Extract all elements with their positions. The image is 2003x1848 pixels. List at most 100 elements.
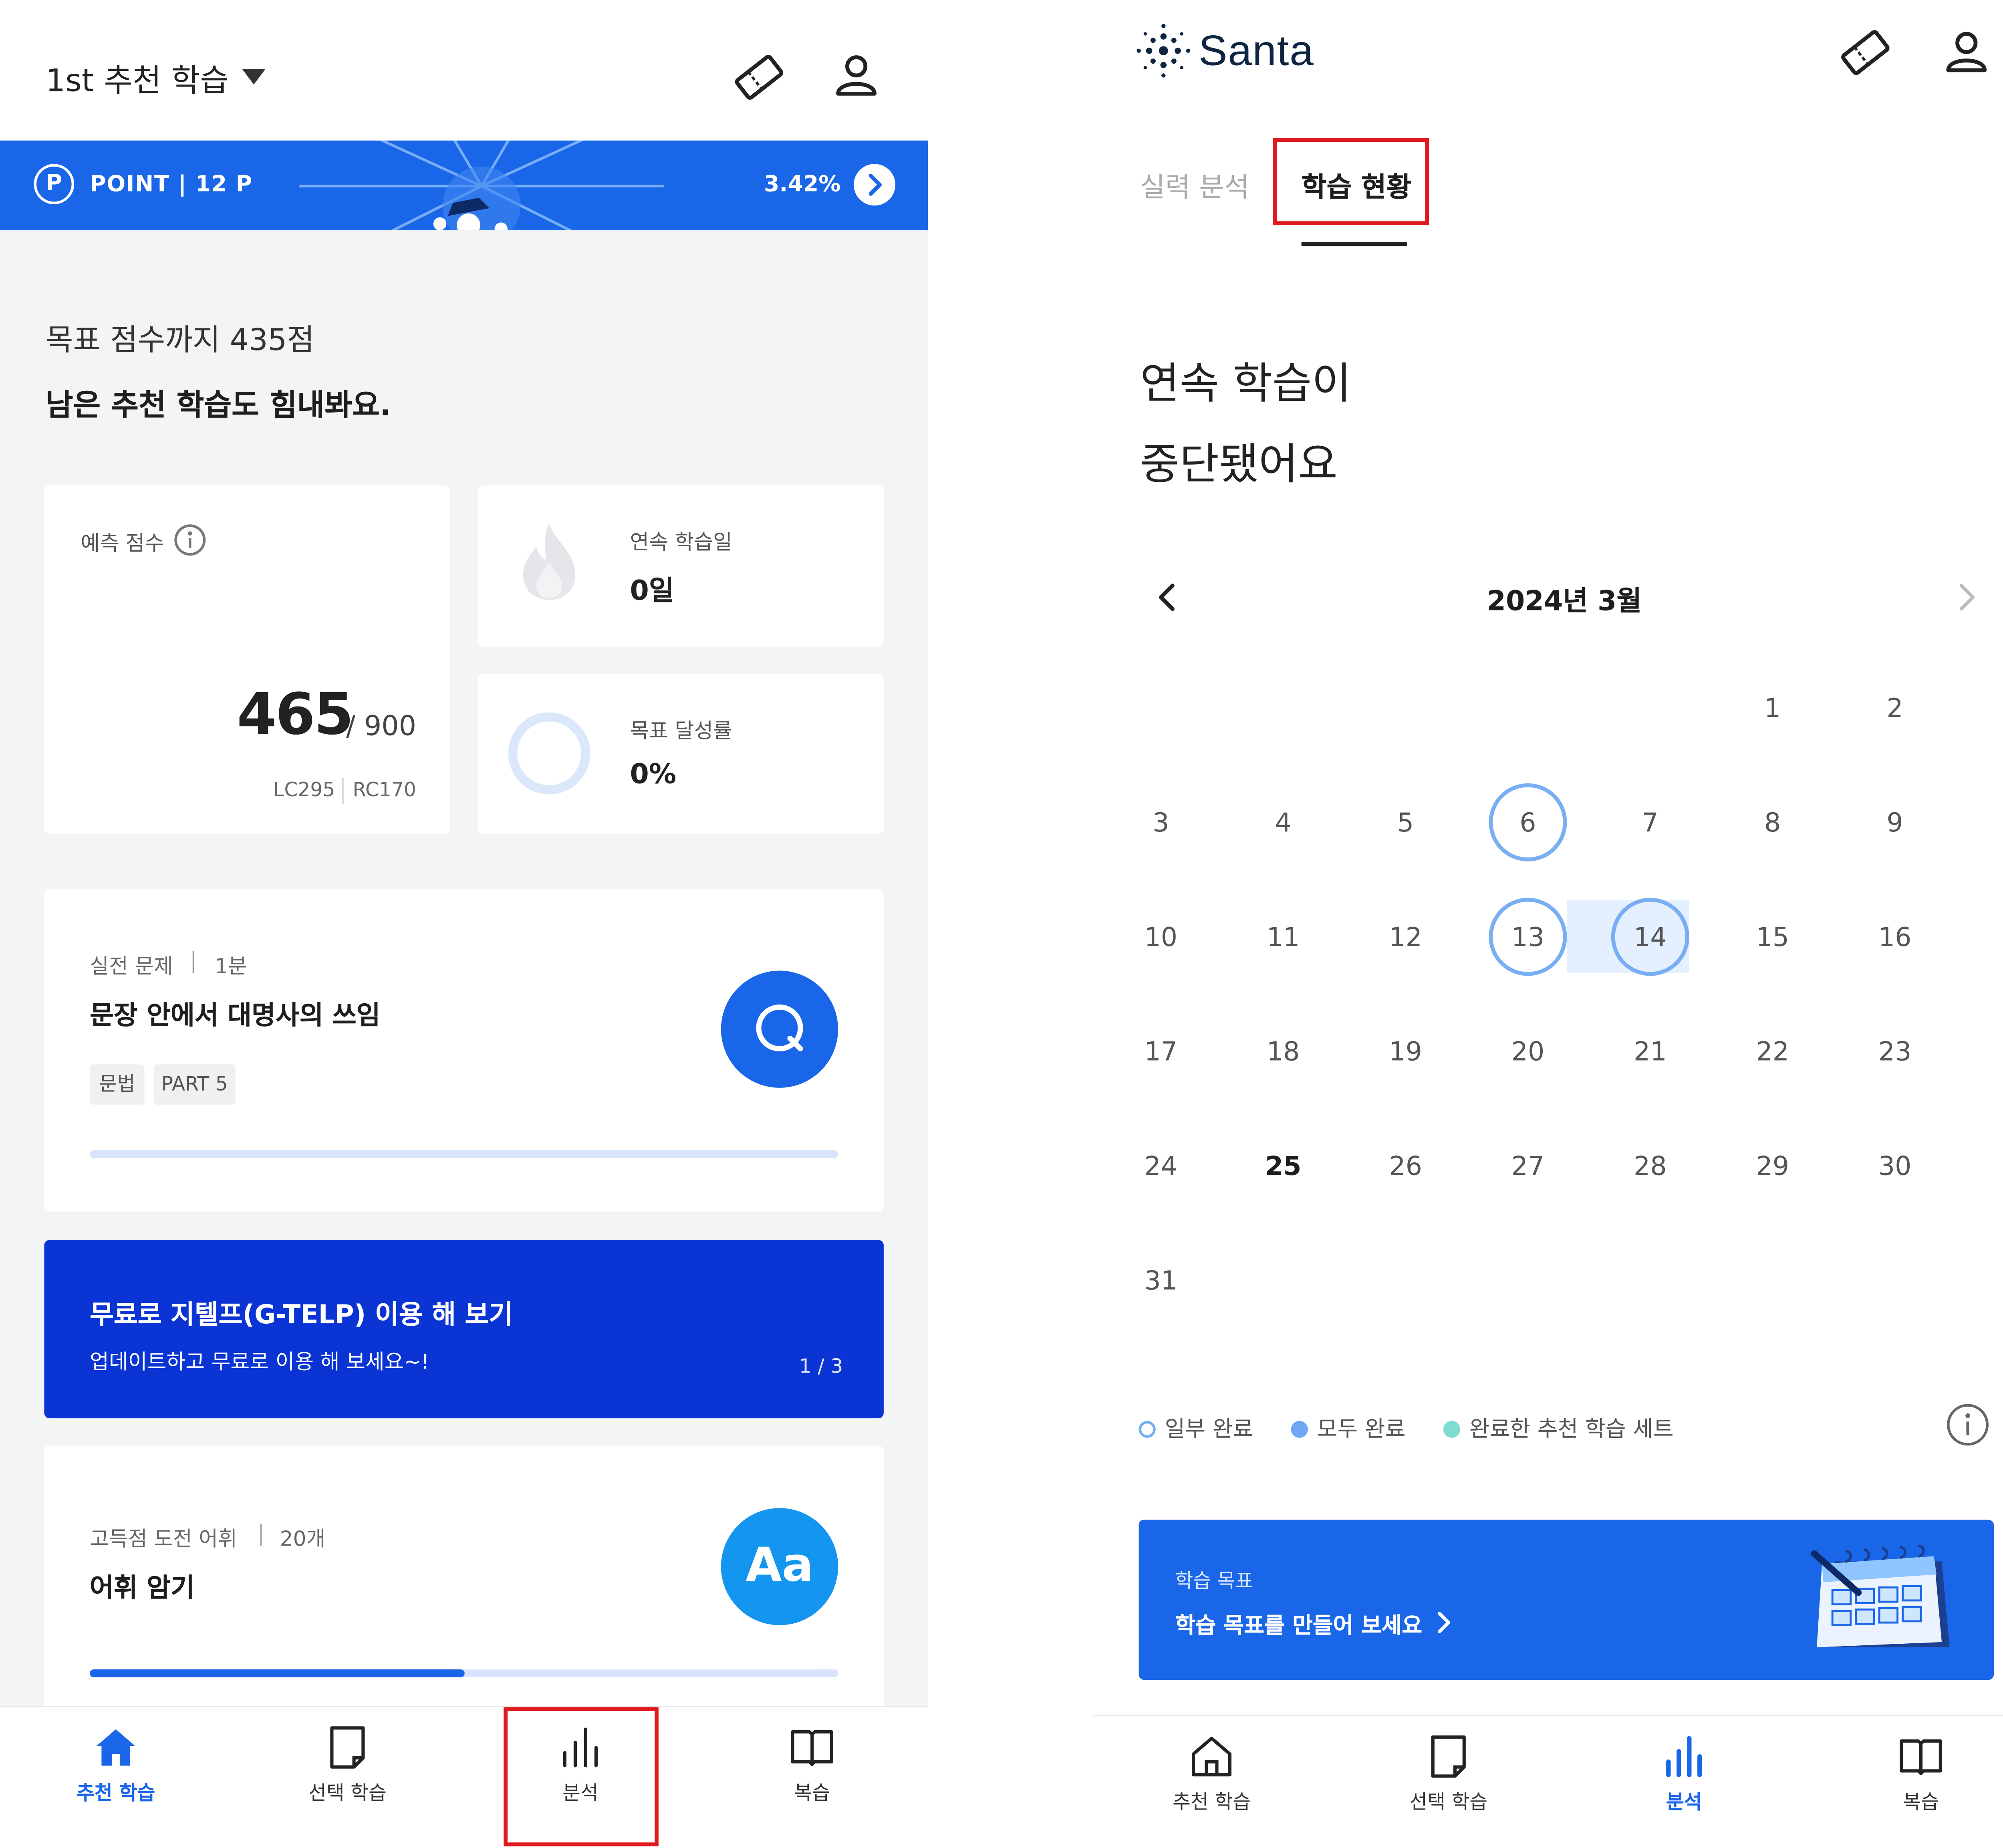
nav-recommend-label: 추천 학습 xyxy=(1173,1790,1251,1814)
vocab-title: 어휘 암기 xyxy=(90,1572,195,1603)
goal-card-cta[interactable]: 학습 목표를 만들어 보세요 xyxy=(1175,1607,1423,1639)
vocab-progress-fill xyxy=(90,1669,464,1677)
achievement-label: 목표 달성률 xyxy=(630,718,733,743)
legend-dot-partial xyxy=(1139,1421,1156,1438)
calendar-day-10[interactable]: 10 xyxy=(1122,898,1200,976)
mascot-illustration xyxy=(299,140,664,231)
lc-score: LC295 xyxy=(273,778,335,802)
calendar-day-2[interactable]: 2 xyxy=(1856,669,1934,747)
point-coin-icon: P xyxy=(34,164,75,205)
predicted-score-label: 예측 점수 xyxy=(81,531,164,556)
calendar-illustration-icon xyxy=(1811,1544,1950,1647)
calendar-day-8[interactable]: 8 xyxy=(1733,783,1812,862)
calendar-day-19[interactable]: 19 xyxy=(1366,1012,1445,1090)
legend-partial: 일부 완료 xyxy=(1139,1411,1253,1443)
headline-line1: 연속 학습이 xyxy=(1140,358,1352,409)
calendar-day-17[interactable]: 17 xyxy=(1122,1012,1200,1090)
document-icon xyxy=(1431,1735,1466,1778)
profile-icon[interactable] xyxy=(1943,28,1990,75)
ticket-icon[interactable] xyxy=(731,52,786,101)
calendar-day-20[interactable]: 20 xyxy=(1489,1012,1567,1090)
active-tab-indicator xyxy=(1301,242,1407,246)
calendar-day-28[interactable]: 28 xyxy=(1611,1127,1689,1205)
study-progress-bar xyxy=(90,1150,838,1158)
study-title: 문장 안에서 대명사의 쓰임 xyxy=(90,999,381,1031)
nav-select-label: 선택 학습 xyxy=(1409,1790,1488,1814)
study-duration: 1분 xyxy=(215,954,247,979)
divider xyxy=(342,778,344,804)
vocab-category: 고득점 도전 어휘 xyxy=(90,1526,237,1551)
point-arrow-button[interactable] xyxy=(854,164,896,206)
vocab-progress-bar xyxy=(90,1669,838,1677)
calendar-day-25[interactable]: 25 xyxy=(1244,1127,1322,1205)
calendar-day-12[interactable]: 12 xyxy=(1366,898,1445,976)
ticket-icon[interactable] xyxy=(1838,27,1892,76)
calendar-day-22[interactable]: 22 xyxy=(1733,1012,1812,1090)
calendar-day-16[interactable]: 16 xyxy=(1856,898,1934,976)
progress-ring-icon xyxy=(508,712,590,795)
calendar-day-30[interactable]: 30 xyxy=(1856,1127,1934,1205)
quiz-start-button[interactable] xyxy=(721,970,838,1088)
goal-card-label: 학습 목표 xyxy=(1175,1569,1253,1593)
calendar-day-3[interactable]: 3 xyxy=(1122,783,1200,862)
chevron-right-icon xyxy=(1438,1612,1450,1633)
nav-recommend[interactable]: 추천 학습 xyxy=(51,1724,181,1806)
calendar-day-24[interactable]: 24 xyxy=(1122,1127,1200,1205)
calendar-day-9[interactable]: 9 xyxy=(1856,783,1934,862)
nav-select[interactable]: 선택 학습 xyxy=(282,1724,413,1806)
course-title[interactable]: 1st 추천 학습 xyxy=(46,54,229,100)
home-icon xyxy=(1191,1737,1232,1777)
tab-skill-analysis[interactable]: 실력 분석 xyxy=(1140,167,1249,205)
calendar-day-23[interactable]: 23 xyxy=(1856,1012,1934,1090)
brand-logo-text: Santa xyxy=(1199,26,1314,74)
nav-analysis-label: 분석 xyxy=(1666,1790,1702,1814)
tag-part5: PART 5 xyxy=(153,1064,236,1105)
calendar-day-29[interactable]: 29 xyxy=(1733,1127,1812,1205)
dropdown-caret-icon[interactable] xyxy=(242,69,266,85)
santa-logo-icon xyxy=(1137,24,1191,78)
nav-recommend-label: 추천 학습 xyxy=(76,1781,155,1805)
calendar-day-1[interactable]: 1 xyxy=(1733,669,1812,747)
calendar-day-7[interactable]: 7 xyxy=(1611,783,1689,862)
vocab-aa-icon[interactable]: Aa xyxy=(721,1508,838,1625)
nav-select[interactable]: 선택 학습 xyxy=(1383,1733,1513,1815)
legend-complete-label: 모두 완료 xyxy=(1317,1417,1406,1443)
profile-icon[interactable] xyxy=(833,52,880,99)
legend-set-label: 완료한 추천 학습 세트 xyxy=(1469,1417,1674,1443)
info-icon[interactable] xyxy=(1946,1403,1990,1447)
document-icon xyxy=(330,1726,365,1769)
promo-subtitle: 업데이트하고 무료로 이용 해 보세요~! xyxy=(90,1349,429,1374)
highlight-analysis-nav xyxy=(504,1707,659,1846)
calendar-month: 2024년 3월 xyxy=(1487,585,1642,617)
calendar-day-26[interactable]: 26 xyxy=(1366,1127,1445,1205)
calendar-day-5[interactable]: 5 xyxy=(1366,783,1445,862)
calendar-day-11[interactable]: 11 xyxy=(1244,898,1322,976)
vocab-count: 20개 xyxy=(280,1526,326,1551)
calendar-day-4[interactable]: 4 xyxy=(1244,783,1322,862)
prev-month-icon[interactable] xyxy=(1153,580,1181,614)
calendar-day-13[interactable]: 13 xyxy=(1489,898,1567,976)
chevron-right-icon xyxy=(869,173,882,196)
calendar-day-14[interactable]: 14 xyxy=(1611,898,1689,976)
info-icon[interactable] xyxy=(173,523,207,557)
calendar-day-18[interactable]: 18 xyxy=(1244,1012,1322,1090)
nav-recommend[interactable]: 추천 학습 xyxy=(1147,1733,1277,1815)
nav-select-label: 선택 학습 xyxy=(308,1781,387,1805)
achievement-value: 0% xyxy=(630,758,677,790)
nav-review[interactable]: 복습 xyxy=(1856,1733,1986,1815)
nav-review-label: 복습 xyxy=(794,1781,830,1805)
calendar-day-15[interactable]: 15 xyxy=(1733,898,1812,976)
next-month-icon[interactable] xyxy=(1952,580,1981,614)
calendar-day-31[interactable]: 31 xyxy=(1122,1241,1200,1319)
open-book-icon xyxy=(1900,1739,1942,1776)
encourage-text: 남은 추천 학습도 힘내봐요. xyxy=(45,389,391,423)
calendar-day-21[interactable]: 21 xyxy=(1611,1012,1689,1090)
promo-pager: 1 / 3 xyxy=(799,1354,843,1378)
calendar-day-6[interactable]: 6 xyxy=(1489,783,1567,862)
goal-score-text: 목표 점수까지 435점 xyxy=(45,324,315,358)
calendar-day-27[interactable]: 27 xyxy=(1489,1127,1567,1205)
nav-analysis[interactable]: 분석 xyxy=(1619,1733,1749,1815)
legend-partial-label: 일부 완료 xyxy=(1165,1417,1253,1443)
nav-review[interactable]: 복습 xyxy=(747,1724,877,1806)
study-category: 실전 문제 xyxy=(90,954,173,979)
